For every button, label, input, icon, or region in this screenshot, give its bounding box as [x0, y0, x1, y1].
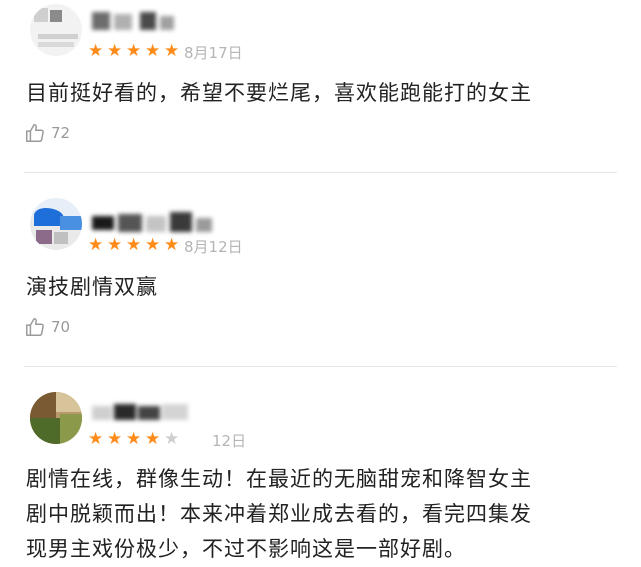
- star-icon: ★: [164, 235, 180, 255]
- divider: [24, 366, 617, 367]
- rating-stars: ★ ★ ★ ★ ★: [88, 236, 182, 254]
- star-icon: ★: [145, 429, 161, 449]
- review-date: 8月12日: [184, 238, 243, 256]
- review-text-line: 剧情在线，群像生动！在最近的无脑甜宠和降智女主: [26, 467, 532, 491]
- star-icon: ★: [88, 41, 104, 61]
- rating-stars: ★ ★ ★ ★ ★: [88, 42, 182, 60]
- review-text: 演技剧情双赢: [26, 275, 158, 299]
- thumbs-up-icon: [26, 124, 44, 142]
- star-icon: ★: [164, 41, 180, 61]
- thumbs-up-icon: [26, 318, 44, 336]
- review-date: 8月17日: [184, 44, 243, 62]
- review-text-line: 剧中脱颖而出！本来冲着郑业成去看的，看完四集发: [26, 502, 532, 526]
- avatar[interactable]: [30, 4, 82, 56]
- star-icon: ★: [126, 41, 142, 61]
- star-icon: ★: [107, 235, 123, 255]
- like-button[interactable]: 72: [24, 122, 70, 144]
- star-icon: ★: [145, 235, 161, 255]
- like-count: 72: [51, 124, 71, 142]
- review-text: 剧情在线，群像生动！在最近的无脑甜宠和降智女主 剧中脱颖而出！本来冲着郑业成去看…: [26, 462, 621, 567]
- star-icon: ★: [107, 429, 123, 449]
- username-redacted[interactable]: [92, 10, 222, 32]
- avatar[interactable]: [30, 198, 82, 250]
- star-icon: ★: [145, 41, 161, 61]
- star-icon: ★: [107, 41, 123, 61]
- review-text: 目前挺好看的，希望不要烂尾，喜欢能跑能打的女主: [26, 81, 532, 105]
- username-redacted[interactable]: [92, 402, 222, 424]
- star-icon: ★: [88, 429, 104, 449]
- like-count: 70: [51, 318, 71, 336]
- star-icon: ★: [126, 429, 142, 449]
- star-icon: ★: [126, 235, 142, 255]
- review-text-line: 现男主戏份极少，不过不影响这是一部好剧。: [26, 537, 466, 561]
- avatar[interactable]: [30, 392, 82, 444]
- review-date: 12日: [212, 432, 247, 450]
- divider: [24, 172, 617, 173]
- username-redacted[interactable]: [92, 212, 222, 234]
- star-icon: ★: [88, 235, 104, 255]
- like-button[interactable]: 70: [24, 316, 70, 338]
- star-icon: ★: [164, 429, 180, 449]
- rating-stars: ★ ★ ★ ★ ★: [88, 430, 182, 448]
